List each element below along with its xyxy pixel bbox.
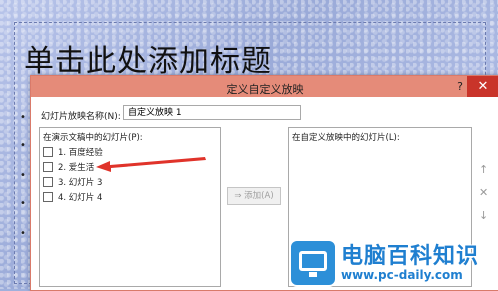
- watermark-name: 电脑百科知识: [341, 244, 480, 269]
- watermark: 电脑百科知识 www.pc-daily.com: [289, 236, 498, 289]
- watermark-url: www.pc-daily.com: [341, 268, 463, 282]
- monitor-logo-icon: [289, 239, 337, 287]
